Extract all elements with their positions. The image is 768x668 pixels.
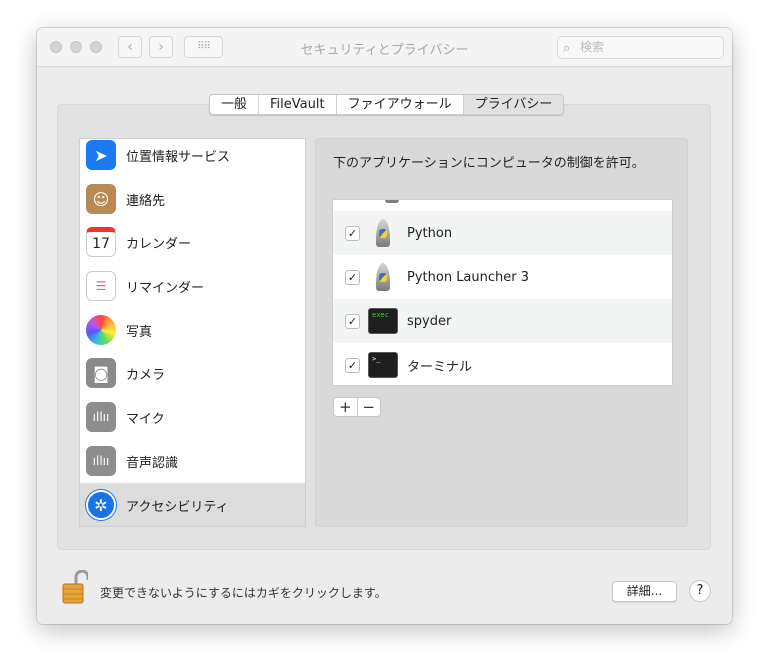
- python-rocket-icon: [377, 200, 407, 204]
- tab-general[interactable]: 一般: [210, 95, 260, 114]
- app-checkbox[interactable]: ✓: [345, 269, 360, 285]
- tab-bar: 一般 FileVault ファイアウォール プライバシー: [209, 94, 565, 115]
- microphone-icon: ıllıı: [86, 402, 116, 432]
- app-name: spyder: [407, 313, 452, 329]
- sidebar-item-camera[interactable]: ◙ カメラ: [80, 351, 305, 395]
- app-name: Python Launcher 3: [407, 269, 530, 285]
- app-list[interactable]: ✓ Python ✓ Python Launcher 3 ✓ exec spyder ✓…: [332, 199, 673, 386]
- list-item-partial: [333, 200, 672, 211]
- sidebar-item-label: 音声認識: [126, 455, 179, 471]
- app-checkbox[interactable]: ✓: [345, 357, 360, 373]
- sidebar-item-label: 位置情報サービス: [126, 149, 231, 165]
- list-item[interactable]: ✓ Python: [333, 211, 672, 255]
- speech-recognition-icon: ıllıı: [86, 446, 116, 476]
- sidebar-item-label: 連絡先: [126, 193, 166, 209]
- sidebar-item-calendar[interactable]: 17 カレンダー: [80, 220, 305, 264]
- pane-description: 下のアプリケーションにコンピュータの制御を許可。: [333, 156, 645, 171]
- advanced-button[interactable]: 詳細...: [612, 581, 677, 602]
- app-name: Python: [407, 225, 453, 241]
- sidebar-item-accessibility[interactable]: ✲ アクセシビリティ: [80, 483, 305, 526]
- unlocked-padlock-icon[interactable]: [62, 570, 88, 604]
- preferences-window: ‹ › ⠿⠿ セキュリティとプライバシー ⌕ 検索 一般 FileVault ファ…: [37, 28, 732, 624]
- add-remove-control: + −: [333, 397, 381, 417]
- sidebar-item-reminders[interactable]: ☰ リマインダー: [80, 264, 305, 308]
- privacy-category-list[interactable]: ➤ 位置情報サービス ☺ 連絡先 17 カレンダー ☰ リマインダー 写真 ◙ カメラ ı…: [79, 138, 306, 527]
- sidebar-item-microphone[interactable]: ıllıı マイク: [80, 395, 305, 439]
- sidebar-item-contacts[interactable]: ☺ 連絡先: [80, 177, 305, 221]
- calendar-icon: 17: [86, 227, 116, 257]
- sidebar-item-label: マイク: [126, 411, 165, 427]
- app-checkbox[interactable]: ✓: [345, 225, 360, 241]
- remove-app-button[interactable]: −: [358, 398, 381, 416]
- tab-firewall[interactable]: ファイアウォール: [337, 95, 464, 114]
- location-arrow-icon: ➤: [86, 140, 116, 170]
- sidebar-item-speech-recognition[interactable]: ıllıı 音声認識: [80, 439, 305, 483]
- help-button[interactable]: ?: [689, 580, 711, 602]
- python-rocket-icon: [368, 262, 398, 292]
- reminders-icon: ☰: [86, 271, 116, 301]
- list-item[interactable]: ✓ exec spyder: [333, 299, 672, 343]
- search-placeholder: 検索: [580, 40, 605, 54]
- lock-message: 変更できないようにするにはカギをクリックします。: [100, 586, 387, 600]
- sidebar-item-label: 写真: [126, 324, 153, 340]
- search-icon: ⌕: [563, 41, 571, 56]
- python-rocket-icon: [368, 218, 398, 248]
- photos-icon: [86, 315, 116, 345]
- sidebar-item-label: カメラ: [126, 367, 166, 383]
- sidebar-item-photos[interactable]: 写真: [80, 308, 305, 352]
- tab-filevault[interactable]: FileVault: [259, 95, 337, 114]
- sidebar-item-label: アクセシビリティ: [126, 499, 229, 515]
- sidebar-item-label: カレンダー: [126, 236, 192, 252]
- list-item[interactable]: ✓ Python Launcher 3: [333, 255, 672, 299]
- terminal-icon: >_: [368, 350, 398, 380]
- contacts-icon: ☺: [86, 184, 116, 214]
- sidebar-item-location[interactable]: ➤ 位置情報サービス: [80, 139, 305, 177]
- add-app-button[interactable]: +: [334, 398, 358, 416]
- tab-privacy[interactable]: プライバシー: [463, 95, 564, 114]
- title-bar: ‹ › ⠿⠿ セキュリティとプライバシー ⌕ 検索: [37, 28, 732, 67]
- list-item[interactable]: ✓ >_ ターミナル: [333, 343, 672, 385]
- camera-icon: ◙: [86, 358, 116, 388]
- sidebar-item-label: リマインダー: [126, 280, 205, 296]
- exec-terminal-icon: exec: [368, 306, 398, 336]
- search-input[interactable]: ⌕ 検索: [557, 36, 724, 59]
- accessibility-icon: ✲: [86, 490, 116, 520]
- accessibility-pane: 下のアプリケーションにコンピュータの制御を許可。 ✓ Python ✓ Python…: [315, 138, 688, 527]
- app-checkbox[interactable]: ✓: [345, 313, 360, 329]
- app-name: ターミナル: [407, 359, 473, 375]
